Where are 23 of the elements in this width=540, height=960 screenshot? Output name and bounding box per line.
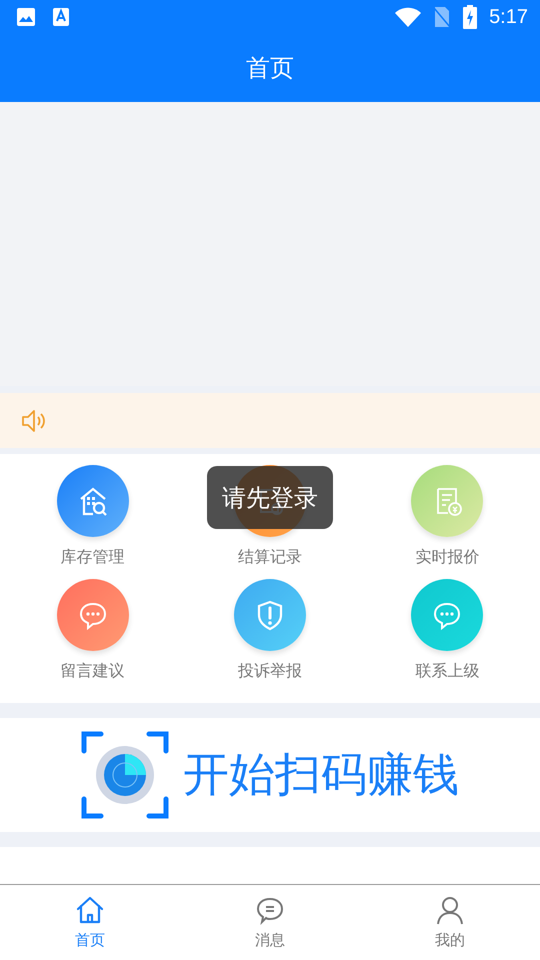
home-icon (75, 895, 105, 925)
speaker-icon (20, 408, 46, 434)
menu-label[interactable]: 联系上级 (415, 661, 480, 682)
menu-label[interactable]: 投诉举报 (238, 661, 302, 682)
no-sim-icon (433, 6, 452, 28)
menu-label[interactable]: 留言建议 (60, 661, 125, 682)
font-icon (52, 7, 70, 27)
menu-label[interactable]: 结算记录 (238, 547, 302, 568)
nav-tab[interactable]: 首页 (0, 885, 180, 960)
wifi-icon (395, 7, 422, 27)
menu-label[interactable]: 实时报价 (415, 547, 480, 568)
nav-tab[interactable]: 我的 (360, 885, 540, 960)
scan-banner[interactable]: 开始扫码赚钱 (0, 718, 540, 832)
person-icon (435, 895, 465, 925)
chat-icon (255, 895, 285, 925)
clock-time: 5:17 (489, 6, 528, 28)
scan-banner-text: 开始扫码赚钱 (183, 746, 459, 803)
battery-icon (463, 5, 478, 29)
login-toast: 请先登录 (207, 466, 333, 529)
image-icon (16, 7, 36, 27)
nav-tab[interactable]: 消息 (180, 885, 360, 960)
page-title: 首页 (246, 53, 294, 84)
menu-label[interactable]: 库存管理 (60, 547, 125, 568)
